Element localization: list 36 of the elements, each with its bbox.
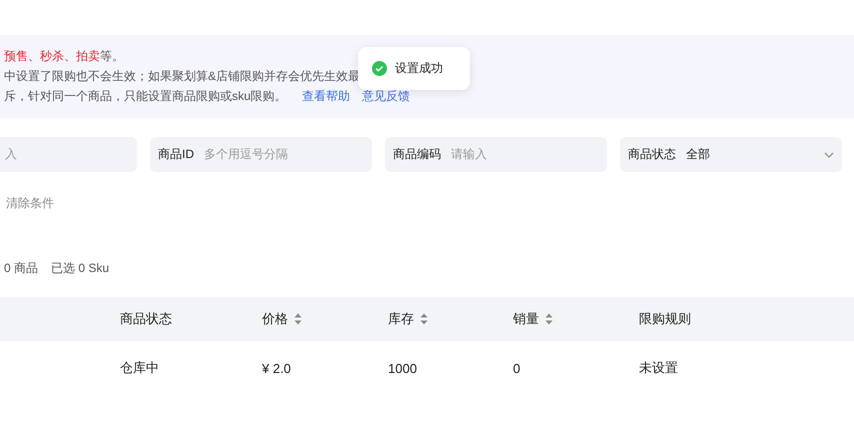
column-header: 限购规则 <box>639 310 691 328</box>
status-select[interactable]: 商品状态 全部 <box>620 137 842 172</box>
column-header: 库存 <box>388 310 414 328</box>
column-header: 商品状态 <box>120 310 172 328</box>
table-cell: 1000 <box>388 360 417 376</box>
success-icon <box>372 61 387 76</box>
placeholder-text: 请输入 <box>451 146 487 163</box>
notice-highlight: 预售、秒杀、拍卖 <box>4 49 100 63</box>
placeholder-text: 多个用逗号分隔 <box>204 146 288 163</box>
sort-icon[interactable] <box>294 313 302 325</box>
selection-count: 已选 0 Sku <box>51 260 110 276</box>
select-value: 全部 <box>686 146 711 163</box>
notice-text: 等。 <box>100 49 124 63</box>
sort-icon[interactable] <box>420 313 428 325</box>
table-cell: 0 <box>513 360 520 376</box>
field-label: 商品状态 <box>628 146 676 163</box>
column-header: 价格 <box>262 310 288 328</box>
notice-text: 斥，针对同一个商品，只能设置商品限购或sku限购。 <box>4 89 287 103</box>
clear-button[interactable]: 清除条件 <box>0 194 54 212</box>
sort-icon[interactable] <box>545 313 553 325</box>
table-cell: ¥ 2.0 <box>262 360 291 376</box>
input-field[interactable]: 入 <box>0 137 137 172</box>
field-label: 商品ID <box>158 146 194 163</box>
input-field[interactable]: 商品编码 请输入 <box>385 137 607 172</box>
column-header: 销量 <box>513 310 539 328</box>
table-cell: 未设置 <box>639 359 678 377</box>
placeholder-text: 入 <box>5 146 17 163</box>
table-cell: 仓库中 <box>120 359 159 377</box>
toast-message: 设置成功 <box>395 60 443 77</box>
input-field[interactable]: 商品ID 多个用逗号分隔 <box>150 137 372 172</box>
help-link[interactable]: 意见反馈 <box>362 89 410 103</box>
selection-count: 0 商品 <box>4 260 38 276</box>
chevron-down-icon <box>824 152 834 158</box>
field-label: 商品编码 <box>393 146 441 163</box>
notice-text: 中设置了限购也不会生效；如果聚划算&店铺限购并存会优先生效最 <box>4 69 360 83</box>
help-link[interactable]: 查看帮助 <box>302 89 350 103</box>
